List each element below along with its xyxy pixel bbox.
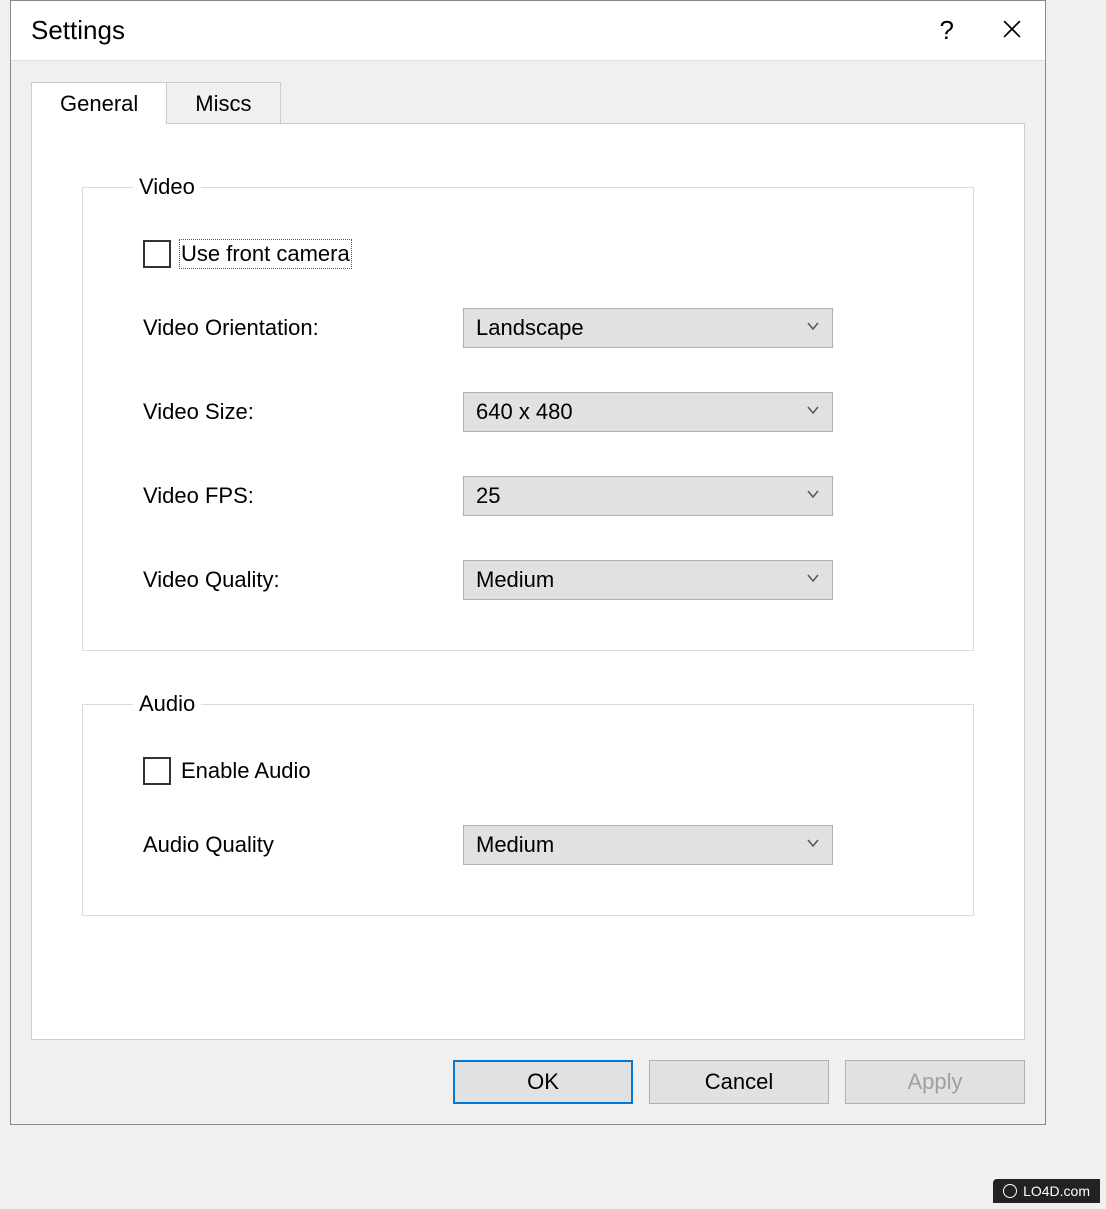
dialog-title: Settings (31, 15, 940, 46)
audio-quality-value: Medium (476, 832, 806, 858)
video-quality-row: Video Quality: Medium (143, 560, 913, 600)
use-front-camera-label[interactable]: Use front camera (181, 241, 350, 267)
tab-miscs[interactable]: Miscs (166, 82, 280, 124)
video-fps-dropdown[interactable]: 25 (463, 476, 833, 516)
enable-audio-row: Enable Audio (143, 757, 913, 785)
close-icon[interactable] (999, 14, 1025, 48)
use-front-camera-checkbox[interactable] (143, 240, 171, 268)
video-fieldset: Video Use front camera Video Orientation… (82, 174, 974, 651)
video-fps-value: 25 (476, 483, 806, 509)
chevron-down-icon (806, 403, 820, 422)
video-size-row: Video Size: 640 x 480 (143, 392, 913, 432)
settings-dialog: Settings ? General Miscs Video Use front… (10, 0, 1046, 1125)
video-quality-label: Video Quality: (143, 567, 463, 593)
audio-fieldset: Audio Enable Audio Audio Quality Medium (82, 691, 974, 916)
video-quality-dropdown[interactable]: Medium (463, 560, 833, 600)
watermark-badge: LO4D.com (993, 1179, 1100, 1203)
video-orientation-row: Video Orientation: Landscape (143, 308, 913, 348)
video-fps-row: Video FPS: 25 (143, 476, 913, 516)
video-fps-label: Video FPS: (143, 483, 463, 509)
tabs-row: General Miscs (31, 81, 1025, 123)
video-size-label: Video Size: (143, 399, 463, 425)
video-quality-value: Medium (476, 567, 806, 593)
enable-audio-checkbox[interactable] (143, 757, 171, 785)
enable-audio-label[interactable]: Enable Audio (181, 758, 311, 784)
use-front-camera-row: Use front camera (143, 240, 913, 268)
audio-quality-label: Audio Quality (143, 832, 463, 858)
chevron-down-icon (806, 487, 820, 506)
video-orientation-dropdown[interactable]: Landscape (463, 308, 833, 348)
video-size-dropdown[interactable]: 640 x 480 (463, 392, 833, 432)
audio-quality-dropdown[interactable]: Medium (463, 825, 833, 865)
chevron-down-icon (806, 836, 820, 855)
titlebar: Settings ? (11, 1, 1045, 61)
audio-legend: Audio (133, 691, 201, 717)
tab-general[interactable]: General (31, 82, 167, 124)
chevron-down-icon (806, 319, 820, 338)
titlebar-buttons: ? (940, 14, 1025, 48)
content-wrapper: General Miscs Video Use front camera Vid… (11, 61, 1045, 1040)
globe-icon (1003, 1184, 1017, 1198)
ok-button[interactable]: OK (453, 1060, 633, 1104)
watermark-text: LO4D.com (1023, 1183, 1090, 1199)
chevron-down-icon (806, 571, 820, 590)
dialog-button-row: OK Cancel Apply (11, 1040, 1045, 1124)
help-icon[interactable]: ? (940, 15, 954, 46)
tab-content-general: Video Use front camera Video Orientation… (31, 123, 1025, 1040)
video-size-value: 640 x 480 (476, 399, 806, 425)
video-orientation-value: Landscape (476, 315, 806, 341)
apply-button: Apply (845, 1060, 1025, 1104)
video-legend: Video (133, 174, 201, 200)
audio-quality-row: Audio Quality Medium (143, 825, 913, 865)
cancel-button[interactable]: Cancel (649, 1060, 829, 1104)
video-orientation-label: Video Orientation: (143, 315, 463, 341)
